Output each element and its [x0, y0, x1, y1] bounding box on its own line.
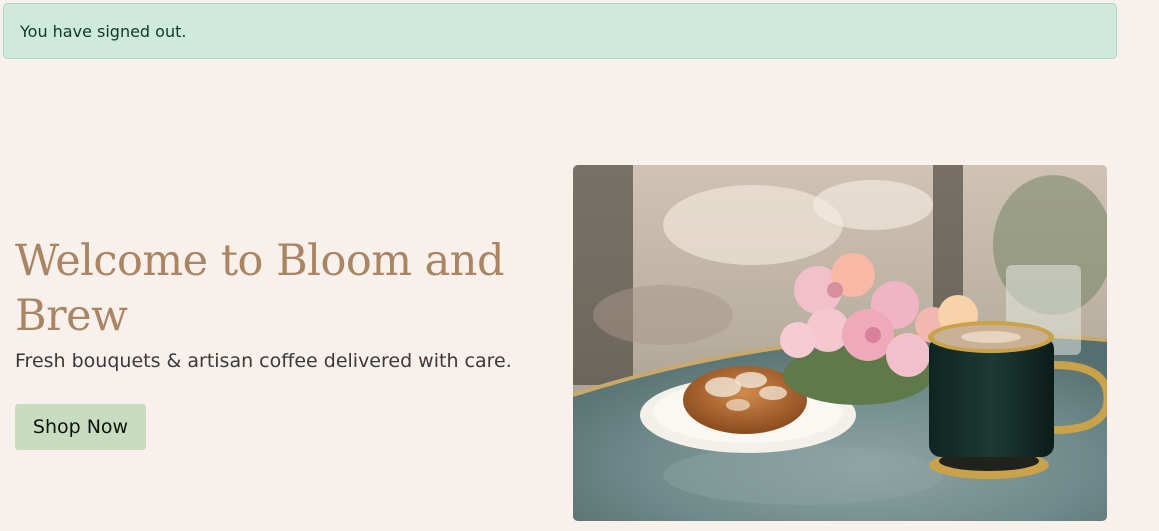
- shop-now-button[interactable]: Shop Now: [15, 404, 146, 450]
- hero-subtitle: Fresh bouquets & artisan coffee delivere…: [15, 350, 512, 372]
- alert-message: You have signed out.: [20, 22, 187, 41]
- signed-out-alert: You have signed out.: [3, 3, 1117, 59]
- hero-title: Welcome to Bloom and Brew: [15, 236, 505, 341]
- hero-text-block: Welcome to Bloom and Brew Fresh bouquets…: [15, 234, 535, 374]
- hero-image: [573, 165, 1107, 521]
- cafe-photo-icon: [573, 165, 1107, 521]
